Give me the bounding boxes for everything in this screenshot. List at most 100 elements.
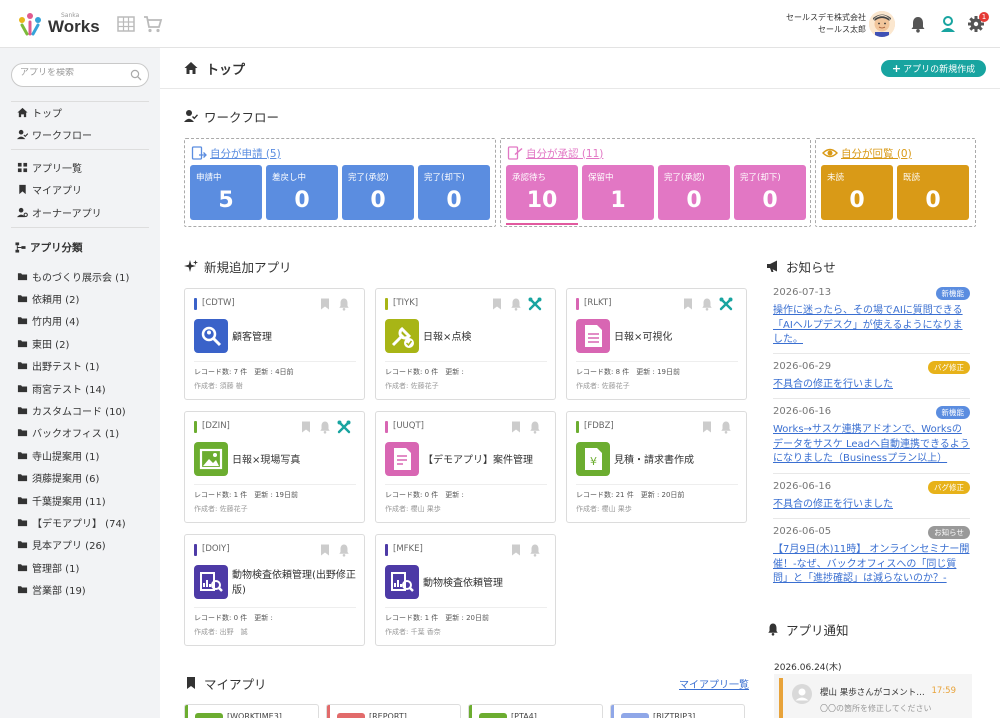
sidebar-category-item[interactable]: 寺山提案用 (1) [17,447,99,463]
bell-icon[interactable] [908,14,928,34]
app-card[interactable]: [FDBZ] ¥ 見積・請求書作成 レコード数: 21 件 更新 : 20日前 … [566,411,747,523]
app-card[interactable]: [DZIN] 日報×現場写真 レコード数: 1 件 更新 : 19日前 作成者:… [184,411,365,523]
sidebar-category-item[interactable]: 営業部 (19) [17,582,86,598]
workflow-status-tile[interactable]: 既読 0 [897,165,969,220]
sidebar-category-item[interactable]: カスタムコード (10) [17,402,126,418]
workflow-status-tile[interactable]: 完了(承認) 0 [658,165,730,220]
app-card[interactable]: [UUQT] 【デモアプリ】案件管理 レコード数: 0 件 更新 : 作成者: … [375,411,556,523]
app-icon [621,713,649,718]
sidebar-category-item[interactable]: 見本アプリ (26) [17,537,106,553]
user-support-icon[interactable] [938,14,958,34]
app-card[interactable]: [DOIY] 動物検査依頼管理(出野修正版) レコード数: 0 件 更新 : 作… [184,534,365,646]
bell-icon[interactable] [700,297,714,311]
news-link[interactable]: 操作に迷ったら、その場でAIに質問できる「AIヘルプデスク」が使えるようになりま… [773,304,970,348]
workflow-status-tile[interactable]: 完了(却下) 0 [734,165,806,220]
workflow-status-tile[interactable]: 承認待ち 10 [506,165,578,220]
app-search[interactable] [11,63,149,87]
bookmark-icon[interactable] [681,297,695,311]
workflow-status-tile[interactable]: 申請中 5 [190,165,262,220]
app-card[interactable]: [RLKT] 日報×可視化 レコード数: 8 件 更新 : 19日前 作成者: … [566,288,747,400]
bell-icon[interactable] [719,420,733,434]
sidebar-category-item[interactable]: 竹内用 (4) [17,313,79,329]
workflow-status-tile[interactable]: 差戻し中 0 [266,165,338,220]
user-avatar[interactable] [869,11,895,37]
news-link[interactable]: Works→サスケ連携アドオンで、Worksのデータをサスケ Leadへ自動連携… [773,423,970,467]
sidebar-category-label: 須藤提案用 (6) [32,474,100,486]
bookmark-icon[interactable] [299,420,313,434]
bookmark-icon[interactable] [318,297,332,311]
sidebar-category-item[interactable]: 東田 (2) [17,335,69,351]
apps-grid-icon [17,162,28,172]
app-icon [385,442,419,476]
sidebar-category-item[interactable]: 管理部 (1) [17,559,79,575]
app-code: [BIZTRIP3] [653,712,696,718]
workflow-group-header[interactable]: 自分が申請 (5) [191,144,281,162]
sidebar-category-label: 竹内用 (4) [32,317,80,329]
card-accent-bar [194,298,197,310]
sidebar-item-my-apps[interactable]: マイアプリ [17,181,82,197]
app-code: [DOIY] [202,544,230,554]
news-link[interactable]: 不具合の修正を行いました [773,378,970,393]
bookmark-icon[interactable] [318,543,332,557]
app-record-meta: レコード数: 8 件 更新 : 19日前 [576,368,680,376]
workflow-group-header[interactable]: 自分が承認 (11) [507,144,603,162]
sidebar-item-owner-apps[interactable]: オーナーアプリ [17,204,102,220]
news-link[interactable]: 【7月9日(木)11時】 オンラインセミナー開催！-なぜ、バックオフィスへの「同… [773,543,970,587]
app-icon [479,713,507,718]
news-link[interactable]: 不具合の修正を行いました [773,498,970,513]
app-card[interactable]: [TIYK] 日報×点検 レコード数: 0 件 更新 : 作成者: 佐藤花子 [375,288,556,400]
sidebar-category-item[interactable]: 【デモアプリ】 (74) [17,514,126,530]
sidebar-category-label: 雨宮テスト (14) [32,384,106,396]
works-logo[interactable]: Sanka Works [16,12,100,38]
sidebar-category-item[interactable]: バックオフィス (1) [17,425,119,441]
workflow-status-tile[interactable]: 保留中 1 [582,165,654,220]
news-badge: バグ修正 [928,481,970,494]
tile-count: 5 [218,188,234,213]
grid-icon[interactable] [116,14,136,34]
my-app-card[interactable]: [REPORT] [326,704,461,718]
app-name: 動物検査依頼管理(出野修正版) [232,567,358,599]
search-icon[interactable] [130,69,142,81]
bookmark-icon[interactable] [490,297,504,311]
bell-icon[interactable] [337,543,351,557]
cart-icon[interactable] [143,14,163,34]
sidebar-item-app-list[interactable]: アプリ一覧 [17,159,82,175]
sidebar-category-item[interactable]: 須藤提案用 (6) [17,470,99,486]
my-app-card[interactable]: [WORKTIME3] [184,704,319,718]
bookmark-icon[interactable] [509,543,523,557]
tools-icon[interactable] [337,420,351,434]
sidebar-item-workflow[interactable]: ワークフロー [17,126,92,142]
workflow-status-tile[interactable]: 完了(承認) 0 [342,165,414,220]
bell-icon[interactable] [509,297,523,311]
bookmark-icon[interactable] [700,420,714,434]
my-app-card[interactable]: [PTA4] [468,704,603,718]
sidebar-category-item[interactable]: ものづくり展示会 (1) [17,268,129,284]
tools-icon[interactable] [719,297,733,311]
create-app-button[interactable]: + アプリの新規作成 [881,60,986,77]
tools-icon[interactable] [528,297,542,311]
my-app-card[interactable]: [BIZTRIP3] [610,704,745,718]
home-icon [17,107,28,117]
bookmark-icon[interactable] [509,420,523,434]
sidebar-category-item[interactable]: 出野テスト (1) [17,358,99,374]
app-card[interactable]: [CDTW] 顧客管理 レコード数: 7 件 更新 : 4日前 作成者: 須藤 … [184,288,365,400]
tile-count: 0 [849,188,865,213]
app-card[interactable]: [MFKE] 動物検査依頼管理 レコード数: 1 件 更新 : 20日前 作成者… [375,534,556,646]
workflow-status-tile[interactable]: 完了(却下) 0 [418,165,490,220]
workflow-status-tile[interactable]: 未読 0 [821,165,893,220]
sidebar-category-item[interactable]: 雨宮テスト (14) [17,380,106,396]
notify-item[interactable]: 櫻山 果歩さんがコメント… 17:59 〇〇の箇所を修正してください [774,674,972,718]
sidebar-category-item[interactable]: 千葉提案用 (11) [17,492,106,508]
workflow-group-header[interactable]: 自分が回覧 (0) [822,144,912,162]
bell-icon[interactable] [528,543,542,557]
page-title-text: トップ [206,62,246,78]
sidebar-category-item[interactable]: 依頼用 (2) [17,290,79,306]
active-tile-underline [506,223,578,225]
bell-icon[interactable] [528,420,542,434]
bell-icon[interactable] [337,297,351,311]
sidebar-item-top[interactable]: トップ [17,104,62,120]
bell-icon[interactable] [318,420,332,434]
app-search-input[interactable] [20,68,130,78]
card-divider [576,484,738,485]
my-apps-list-link[interactable]: マイアプリ一覧 [679,676,749,691]
